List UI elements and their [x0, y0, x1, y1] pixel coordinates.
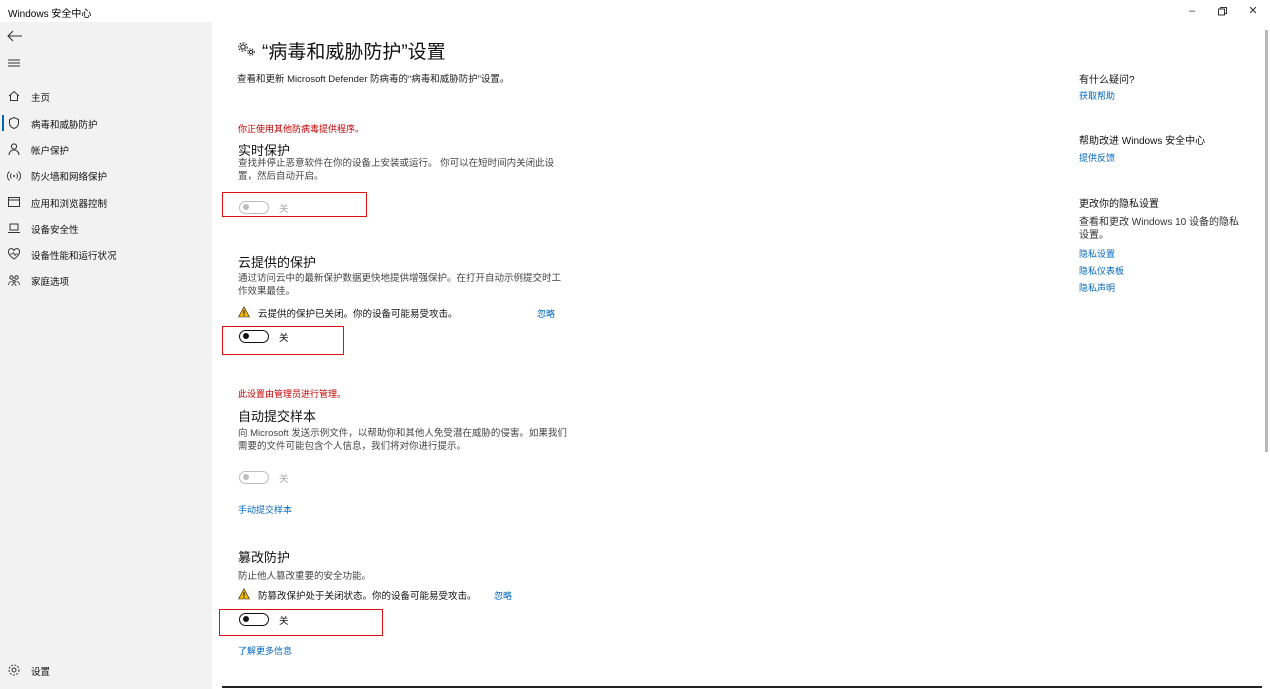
sidebar-item-label: 设备性能和运行状况	[31, 251, 117, 262]
bottom-divider	[222, 686, 1262, 688]
laptop-icon	[8, 223, 20, 233]
aside-improve-heading: 帮助改进 Windows 安全中心	[1079, 136, 1206, 147]
sidebar-item-device-health[interactable]: 设备性能和运行状况	[0, 241, 212, 267]
title-bar: Windows 安全中心 – ✕	[0, 0, 1270, 22]
cloud-dismiss-link[interactable]: 忽略	[537, 307, 555, 320]
feedback-link[interactable]: 提供反馈	[1079, 151, 1115, 164]
sidebar-item-label: 防火墙和网络保护	[31, 172, 108, 183]
sidebar-item-label: 设备安全性	[31, 225, 79, 236]
privacy-settings-link[interactable]: 隐私设置	[1079, 247, 1115, 260]
sidebar-item-label: 应用和浏览器控制	[31, 199, 108, 210]
wifi-icon	[7, 171, 21, 181]
highlight-box	[219, 609, 383, 636]
gear-icon	[8, 664, 20, 676]
highlight-box	[222, 326, 344, 355]
sidebar-item-label: 设置	[31, 667, 51, 678]
sidebar-item-label: 主页	[31, 93, 51, 104]
highlight-box	[222, 192, 367, 217]
sample-title: 自动提交样本	[238, 409, 317, 424]
back-arrow-icon[interactable]	[6, 28, 24, 44]
tamper-title: 篡改防护	[238, 550, 291, 565]
tamper-dismiss-link[interactable]: 忽略	[494, 589, 512, 602]
restore-icon	[1217, 7, 1227, 16]
sidebar-item-label: 帐户保护	[31, 146, 70, 157]
active-indicator	[2, 115, 4, 131]
page-subtitle: 查看和更新 Microsoft Defender 防病毒的“病毒和威胁防护”设置…	[237, 74, 510, 85]
sidebar-item-settings[interactable]: 设置	[0, 657, 212, 683]
warning-icon	[238, 306, 250, 318]
shield-icon	[9, 116, 19, 130]
aside-privacy-text: 查看和更改 Windows 10 设备的隐私设置。	[1079, 217, 1240, 241]
privacy-dashboard-link[interactable]: 隐私仪表板	[1079, 264, 1124, 277]
aside-question-heading: 有什么疑问?	[1079, 75, 1135, 86]
sidebar-item-family[interactable]: 家庭选项	[0, 267, 212, 293]
main-content: “病毒和威胁防护”设置 查看和更新 Microsoft Defender 防病毒…	[212, 22, 1270, 689]
sidebar-item-home[interactable]: 主页	[0, 83, 212, 109]
realtime-desc: 查找并停止恶意软件在你的设备上安装或运行。 你可以在短时间内关闭此设置，然后自动…	[238, 158, 555, 182]
sidebar-item-label: 家庭选项	[31, 277, 70, 288]
minimize-button[interactable]: –	[1177, 2, 1207, 20]
sample-toggle-label: 关	[279, 474, 289, 485]
sidebar: 主页 病毒和威胁防护 帐户保护 防火墙和网络保护 应用和浏览器控制 设备安全性 …	[0, 22, 212, 689]
manual-submit-link[interactable]: 手动提交样本	[238, 503, 292, 516]
cloud-warning-text: 云提供的保护已关闭。你的设备可能易受攻击。	[258, 309, 458, 320]
aside-privacy-heading: 更改你的隐私设置	[1079, 199, 1159, 210]
sidebar-item-device-security[interactable]: 设备安全性	[0, 215, 212, 241]
tamper-desc: 防止他人篡改重要的安全功能。	[238, 571, 372, 582]
tamper-warning-text: 防篡改保护处于关闭状态。你的设备可能易受攻击。	[258, 591, 477, 602]
vertical-scrollbar[interactable]	[1265, 30, 1268, 452]
learn-more-link[interactable]: 了解更多信息	[238, 644, 292, 657]
app-title: Windows 安全中心	[8, 9, 92, 20]
tamper-warning: 防篡改保护处于关闭状态。你的设备可能易受攻击。	[238, 588, 498, 602]
browser-icon	[8, 197, 20, 207]
cloud-desc: 通过访问云中的最新保护数据更快地提供增强保护。在打开自动示例提交时工作效果最佳。	[238, 273, 562, 297]
settings-gears-icon	[238, 42, 255, 56]
home-icon	[8, 90, 20, 101]
sidebar-item-label: 病毒和威胁防护	[31, 120, 98, 131]
sidebar-item-account[interactable]: 帐户保护	[0, 136, 212, 162]
page-title: “病毒和威胁防护”设置	[262, 42, 446, 63]
privacy-statement-link[interactable]: 隐私声明	[1079, 281, 1115, 294]
cloud-warning: 云提供的保护已关闭。你的设备可能易受攻击。	[238, 306, 498, 320]
person-icon	[8, 143, 20, 156]
sidebar-item-virus-protection[interactable]: 病毒和威胁防护	[0, 110, 212, 136]
warning-icon	[238, 588, 250, 600]
sample-desc: 向 Microsoft 发送示例文件，以帮助你和其他人免受潜在威胁的侵害。如果我…	[238, 428, 567, 452]
menu-icon[interactable]	[7, 57, 21, 69]
family-icon	[8, 275, 20, 287]
maximize-button[interactable]	[1207, 2, 1237, 20]
get-help-link[interactable]: 获取帮助	[1079, 89, 1115, 102]
sample-toggle[interactable]	[239, 471, 269, 484]
sidebar-item-app-browser[interactable]: 应用和浏览器控制	[0, 189, 212, 215]
other-av-notice: 你正使用其他防病毒提供程序。	[238, 124, 365, 134]
heart-icon	[7, 248, 21, 260]
toggle-knob	[243, 474, 249, 480]
admin-managed-notice: 此设置由管理员进行管理。	[238, 389, 347, 399]
cloud-title: 云提供的保护	[238, 255, 317, 270]
sidebar-item-firewall[interactable]: 防火墙和网络保护	[0, 162, 212, 188]
close-button[interactable]: ✕	[1238, 2, 1268, 20]
